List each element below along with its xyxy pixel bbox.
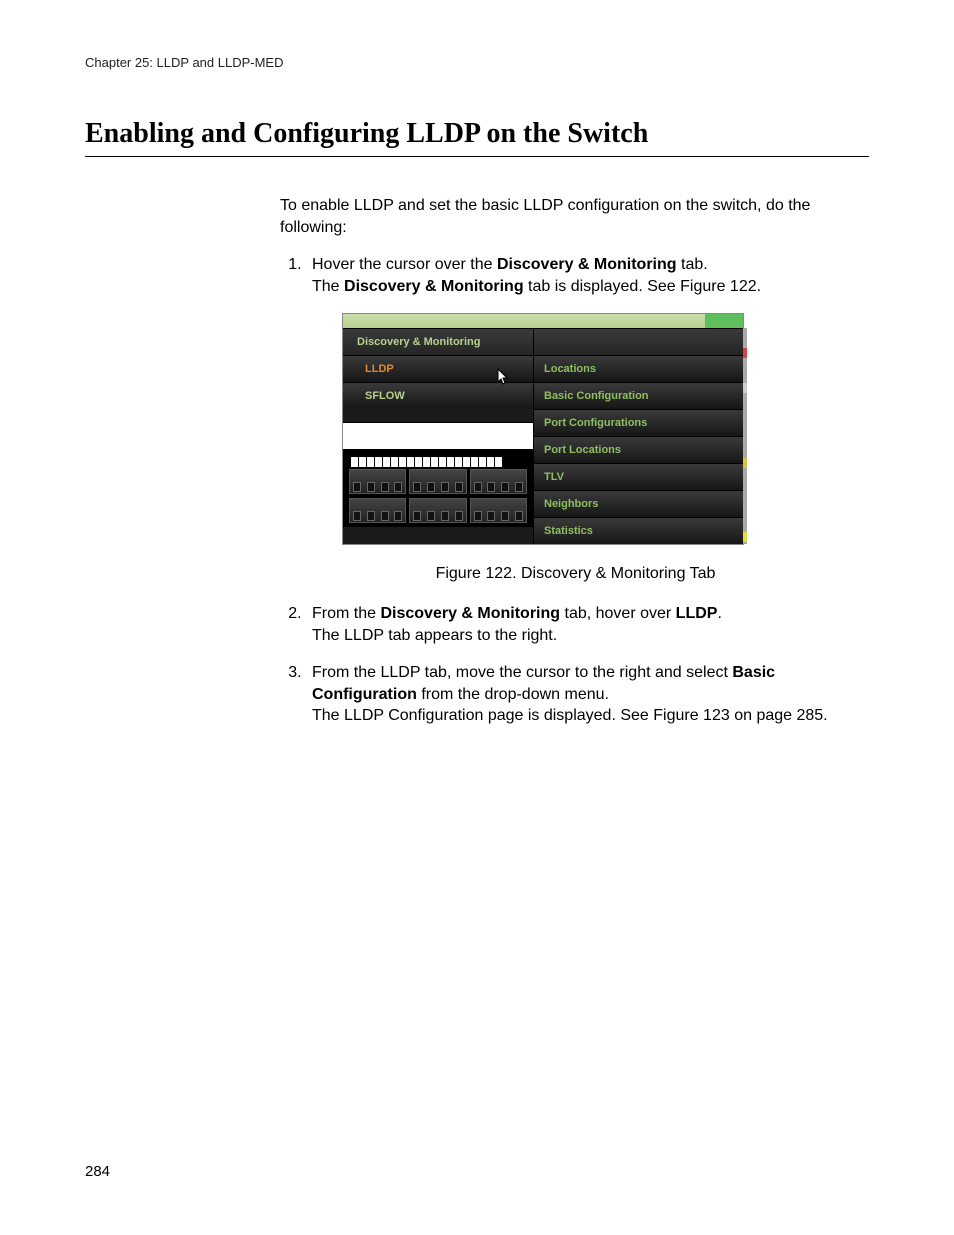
step-2-text-a: From the [312,605,380,622]
step-2-text-c: tab, hover over [560,605,676,622]
menu-header[interactable]: Discovery & Monitoring [343,328,533,355]
step-3-text-c: from the drop-down menu. [417,686,609,703]
submenu-neighbors[interactable]: Neighbors [534,490,743,517]
section-title: Enabling and Configuring LLDP on the Swi… [85,118,869,157]
step-1-sub: The Discovery & Monitoring tab is displa… [312,276,869,298]
submenu-port-configurations[interactable]: Port Configurations [534,409,743,436]
menu-item-sflow[interactable]: SFLOW [343,382,533,409]
step-1-bold: Discovery & Monitoring [497,256,677,273]
step-2-bold-2: LLDP [676,605,718,622]
step-2-text-e: . [717,605,721,622]
step-1-sub-c: tab is displayed. See Figure 122. [524,278,761,295]
right-submenu: Locations Basic Configuration Port Confi… [534,328,743,544]
submenu-locations[interactable]: Locations [534,355,743,382]
step-2-sub: The LLDP tab appears to the right. [312,625,869,647]
page-number: 284 [85,1163,110,1180]
submenu-basic-configuration[interactable]: Basic Configuration [534,382,743,409]
menu-item-lldp[interactable]: LLDP [343,355,533,382]
shot-topbar [343,314,743,328]
step-2-bold-1: Discovery & Monitoring [380,605,560,622]
step-1-text-a: Hover the cursor over the [312,256,497,273]
intro-paragraph: To enable LLDP and set the basic LLDP co… [280,195,869,238]
step-1-sub-bold: Discovery & Monitoring [344,278,524,295]
figure-122: Discovery & Monitoring LLDP SFLOW Locati… [342,313,869,545]
chapter-header: Chapter 25: LLDP and LLDP-MED [85,55,869,70]
port-row-1 [347,467,529,496]
step-3-sub: The LLDP Configuration page is displayed… [312,705,869,727]
ports-panel [343,422,533,527]
submenu-statistics[interactable]: Statistics [534,517,743,544]
step-2: From the Discovery & Monitoring tab, hov… [306,603,869,646]
figure-caption: Figure 122. Discovery & Monitoring Tab [282,563,869,585]
submenu-tlv[interactable]: TLV [534,463,743,490]
step-3-text-a: From the LLDP tab, move the cursor to th… [312,664,732,681]
submenu-port-locations[interactable]: Port Locations [534,436,743,463]
screenshot: Discovery & Monitoring LLDP SFLOW Locati… [342,313,744,545]
port-row-2 [347,496,529,525]
step-1-sub-a: The [312,278,344,295]
step-1: Hover the cursor over the Discovery & Mo… [306,254,869,585]
port-ticks [347,453,529,467]
step-3: From the LLDP tab, move the cursor to th… [306,662,869,727]
step-1-text-c: tab. [677,256,708,273]
